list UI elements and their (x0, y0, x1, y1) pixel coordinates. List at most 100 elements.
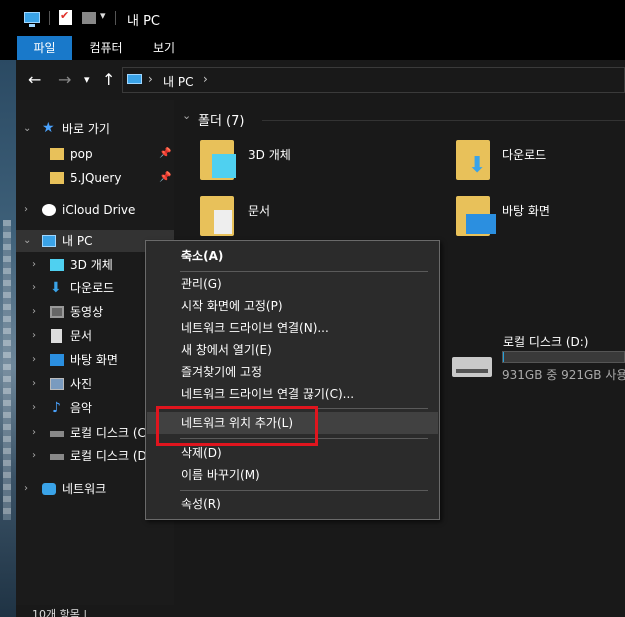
highlight-box (156, 406, 318, 446)
drive-free-space: 931GB 중 921GB 사용 (502, 368, 625, 382)
folder-icon (50, 148, 64, 160)
menu-item-disconnect-network-drive[interactable]: 네트워크 드라이브 연결 끊기(C)... (147, 383, 438, 405)
chevron-right-icon[interactable]: › (32, 325, 36, 347)
pin-icon: 📌 (159, 172, 172, 183)
nav-icloud-drive[interactable]: › iCloud Drive (16, 199, 174, 221)
drive-icon (50, 431, 64, 437)
back-arrow-icon[interactable]: ← (28, 70, 41, 89)
new-folder-icon[interactable] (82, 12, 96, 24)
context-menu: 축소(A) 관리(G) 시작 화면에 고정(P) 네트워크 드라이브 연결(N)… (145, 240, 440, 520)
chevron-down-icon[interactable]: ⌄ (23, 230, 31, 252)
folder-icon (50, 172, 64, 184)
chevron-right-icon[interactable]: › (24, 199, 28, 221)
nav-label: 음악 (70, 401, 93, 415)
chevron-right-icon[interactable]: › (32, 422, 36, 444)
customize-quick-access-icon[interactable]: ▾ (100, 9, 106, 22)
tab-view[interactable]: 보기 (140, 36, 188, 60)
nav-label: pop (70, 147, 93, 161)
drive-usage-fill (503, 352, 505, 362)
picture-icon (50, 378, 64, 390)
address-bar[interactable]: › 내 PC › (122, 67, 625, 93)
chevron-right-icon[interactable]: › (203, 72, 208, 86)
divider (262, 120, 625, 121)
window-title: 내 PC (127, 14, 161, 29)
folder-label: 문서 (248, 204, 271, 218)
chevron-down-icon[interactable]: ⌄ (23, 118, 31, 140)
recent-locations-chevron-icon[interactable]: ▾ (84, 73, 90, 86)
chevron-down-icon[interactable]: ⌄ (182, 109, 191, 122)
nav-label: 바탕 화면 (70, 353, 118, 367)
divider (49, 11, 50, 25)
menu-separator (180, 271, 428, 272)
nav-label: 바로 가기 (62, 122, 110, 136)
forward-arrow-icon[interactable]: → (58, 70, 71, 89)
chevron-right-icon[interactable]: › (24, 478, 28, 500)
status-item-count: 10개 항목 | (32, 608, 88, 617)
drive-usage-bar (502, 351, 625, 363)
tab-file[interactable]: 파일 (17, 36, 72, 60)
network-icon (42, 483, 56, 495)
nav-label: 내 PC (62, 234, 93, 248)
desktop-icon (466, 214, 496, 234)
properties-icon[interactable] (59, 9, 72, 25)
folder-label: 다운로드 (502, 148, 547, 162)
nav-label: 로컬 디스크 (C (70, 426, 146, 440)
folder-icon (200, 196, 234, 236)
ribbon-tabs: 파일 컴퓨터 보기 (0, 36, 625, 60)
star-icon: ★ (42, 120, 55, 136)
menu-item-manage[interactable]: 관리(G) (147, 273, 438, 295)
drive-label: 로컬 디스크 (D:) (503, 335, 589, 349)
nav-pinned-pop[interactable]: pop 📌 (16, 143, 174, 165)
chevron-right-icon[interactable]: › (32, 373, 36, 395)
cube-icon (50, 259, 64, 271)
chevron-right-icon[interactable]: › (32, 397, 36, 419)
chevron-right-icon[interactable]: › (32, 349, 36, 371)
nav-label: 동영상 (70, 305, 104, 319)
menu-item-pin-to-quick-access[interactable]: 즐겨찾기에 고정 (147, 361, 438, 383)
menu-separator (180, 490, 428, 491)
nav-label: 5.JQuery (70, 171, 122, 185)
menu-item-collapse[interactable]: 축소(A) (147, 245, 438, 267)
this-pc-icon (24, 12, 40, 27)
status-bar: 10개 항목 | (16, 605, 625, 617)
chevron-right-icon[interactable]: › (32, 445, 36, 467)
nav-label: 네트워크 (62, 482, 107, 496)
breadcrumb-this-pc[interactable]: 내 PC (163, 73, 193, 90)
folder-label: 3D 개체 (248, 148, 291, 162)
chevron-right-icon[interactable]: › (32, 277, 36, 299)
folder-icon: ⬇ (456, 140, 490, 180)
desktop-icon (50, 354, 64, 366)
nav-label: 3D 개체 (70, 258, 113, 272)
desktop-background (0, 60, 16, 617)
download-arrow-icon: ⬇ (468, 153, 487, 178)
title-bar: ▾ 내 PC (0, 0, 625, 36)
cube-icon (212, 154, 236, 178)
menu-item-rename[interactable]: 이름 바꾸기(M) (147, 464, 438, 486)
nav-label: 사진 (70, 377, 93, 391)
nav-label: 문서 (70, 329, 93, 343)
tab-computer[interactable]: 컴퓨터 (78, 36, 134, 60)
navigation-bar: ← → ▾ ↑ › 내 PC › (16, 60, 625, 100)
nav-pinned-jquery[interactable]: 5.JQuery 📌 (16, 167, 174, 189)
folders-group-header[interactable]: 폴더 (7) (198, 110, 244, 129)
chevron-right-icon[interactable]: › (32, 254, 36, 276)
drive-icon (452, 357, 492, 377)
folder-label: 바탕 화면 (502, 204, 550, 218)
menu-item-map-network-drive[interactable]: 네트워크 드라이브 연결(N)... (147, 317, 438, 339)
pin-icon: 📌 (159, 148, 172, 159)
document-icon (214, 210, 232, 234)
download-arrow-icon: ⬇ (50, 280, 62, 296)
nav-quick-access[interactable]: ⌄ ★ 바로 가기 (16, 118, 174, 140)
menu-item-open-new-window[interactable]: 새 창에서 열기(E) (147, 339, 438, 361)
chevron-right-icon[interactable]: › (32, 301, 36, 323)
document-icon (51, 329, 62, 343)
folder-icon (200, 140, 236, 180)
menu-item-pin-to-start[interactable]: 시작 화면에 고정(P) (147, 295, 438, 317)
film-icon (50, 306, 64, 318)
nav-label: iCloud Drive (62, 203, 136, 217)
chevron-right-icon[interactable]: › (148, 72, 153, 86)
menu-item-properties[interactable]: 속성(R) (147, 493, 438, 515)
up-arrow-icon[interactable]: ↑ (102, 70, 115, 89)
nav-label: 다운로드 (70, 281, 115, 295)
music-note-icon: ♪ (52, 400, 61, 416)
